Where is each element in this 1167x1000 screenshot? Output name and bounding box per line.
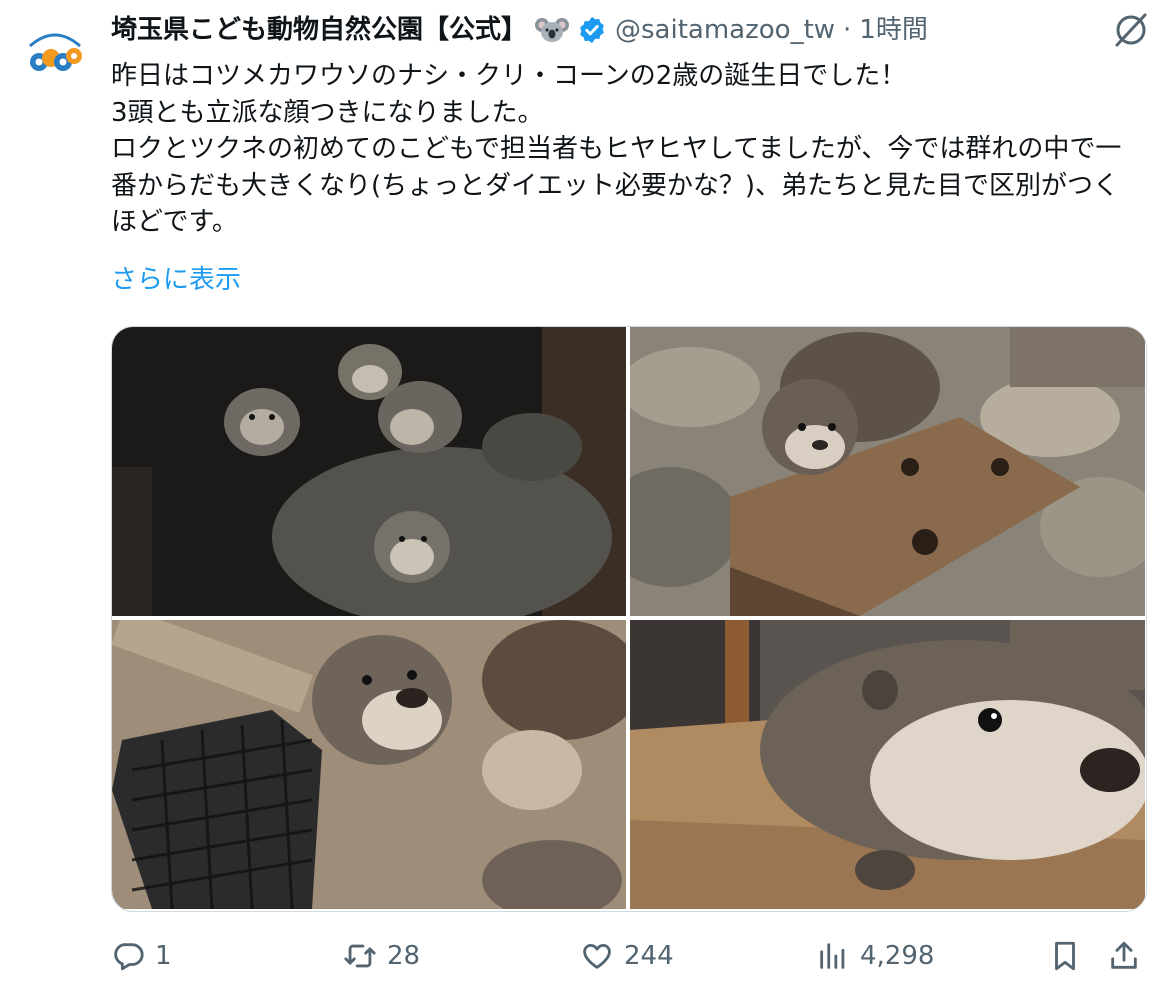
photo-otter-on-box[interactable] <box>630 327 1145 616</box>
tweet-header: 埼玉県こども動物自然公園【公式】 @saitamazoo_tw · 1時間 <box>111 8 1151 52</box>
retweet-count: 28 <box>387 941 421 971</box>
heart-icon <box>583 943 611 969</box>
display-name[interactable]: 埼玉県こども動物自然公園【公式】 <box>111 17 527 43</box>
sczoo-logo-icon <box>29 33 82 71</box>
tweet-text-line: 昨日はコツメカワウソのナシ・クリ・コーンの2歳の誕生日でした！ <box>111 61 907 91</box>
avatar[interactable] <box>16 14 94 92</box>
photo-otter-closeup[interactable] <box>630 620 1145 909</box>
show-more-link[interactable]: さらに表示 <box>111 262 241 298</box>
photo-otter-with-basket[interactable] <box>112 620 626 909</box>
action-bar: 1 28 244 4,298 <box>111 930 1151 982</box>
koala-emoji-icon <box>535 13 570 47</box>
share-button[interactable] <box>1107 930 1141 982</box>
retweet-button[interactable]: 28 <box>343 930 420 982</box>
tweet-text-line: 3頭とも立派な顔つきになりました。 <box>111 97 544 128</box>
like-count: 244 <box>624 941 674 971</box>
reply-count: 1 <box>155 941 172 971</box>
handle[interactable]: @saitamazoo_tw <box>615 17 835 43</box>
tweet-text: 昨日はコツメカワウソのナシ・クリ・コーンの2歳の誕生日でした！ 3頭とも立派な顔… <box>111 58 1141 241</box>
verified-badge-icon[interactable] <box>577 15 607 45</box>
reply-button[interactable]: 1 <box>111 930 172 982</box>
bookmark-icon <box>1055 941 1075 971</box>
share-icon <box>1111 941 1137 969</box>
photo-otters-group[interactable] <box>112 327 626 616</box>
reply-icon <box>114 943 144 971</box>
views-button[interactable]: 4,298 <box>816 930 934 982</box>
grok-icon[interactable] <box>1111 10 1151 50</box>
separator: · <box>843 15 852 45</box>
retweet-icon <box>344 944 376 968</box>
timestamp[interactable]: 1時間 <box>859 17 928 43</box>
bookmark-button[interactable] <box>1048 930 1082 982</box>
like-button[interactable]: 244 <box>580 930 674 982</box>
views-chart-icon <box>820 943 845 969</box>
view-count: 4,298 <box>860 941 935 971</box>
media-grid <box>111 326 1147 912</box>
tweet-text-line: ロクとツクネの初めてのこどもで担当者もヒヤヒヤしてましたが、今では群れの中で一番… <box>111 134 1122 237</box>
